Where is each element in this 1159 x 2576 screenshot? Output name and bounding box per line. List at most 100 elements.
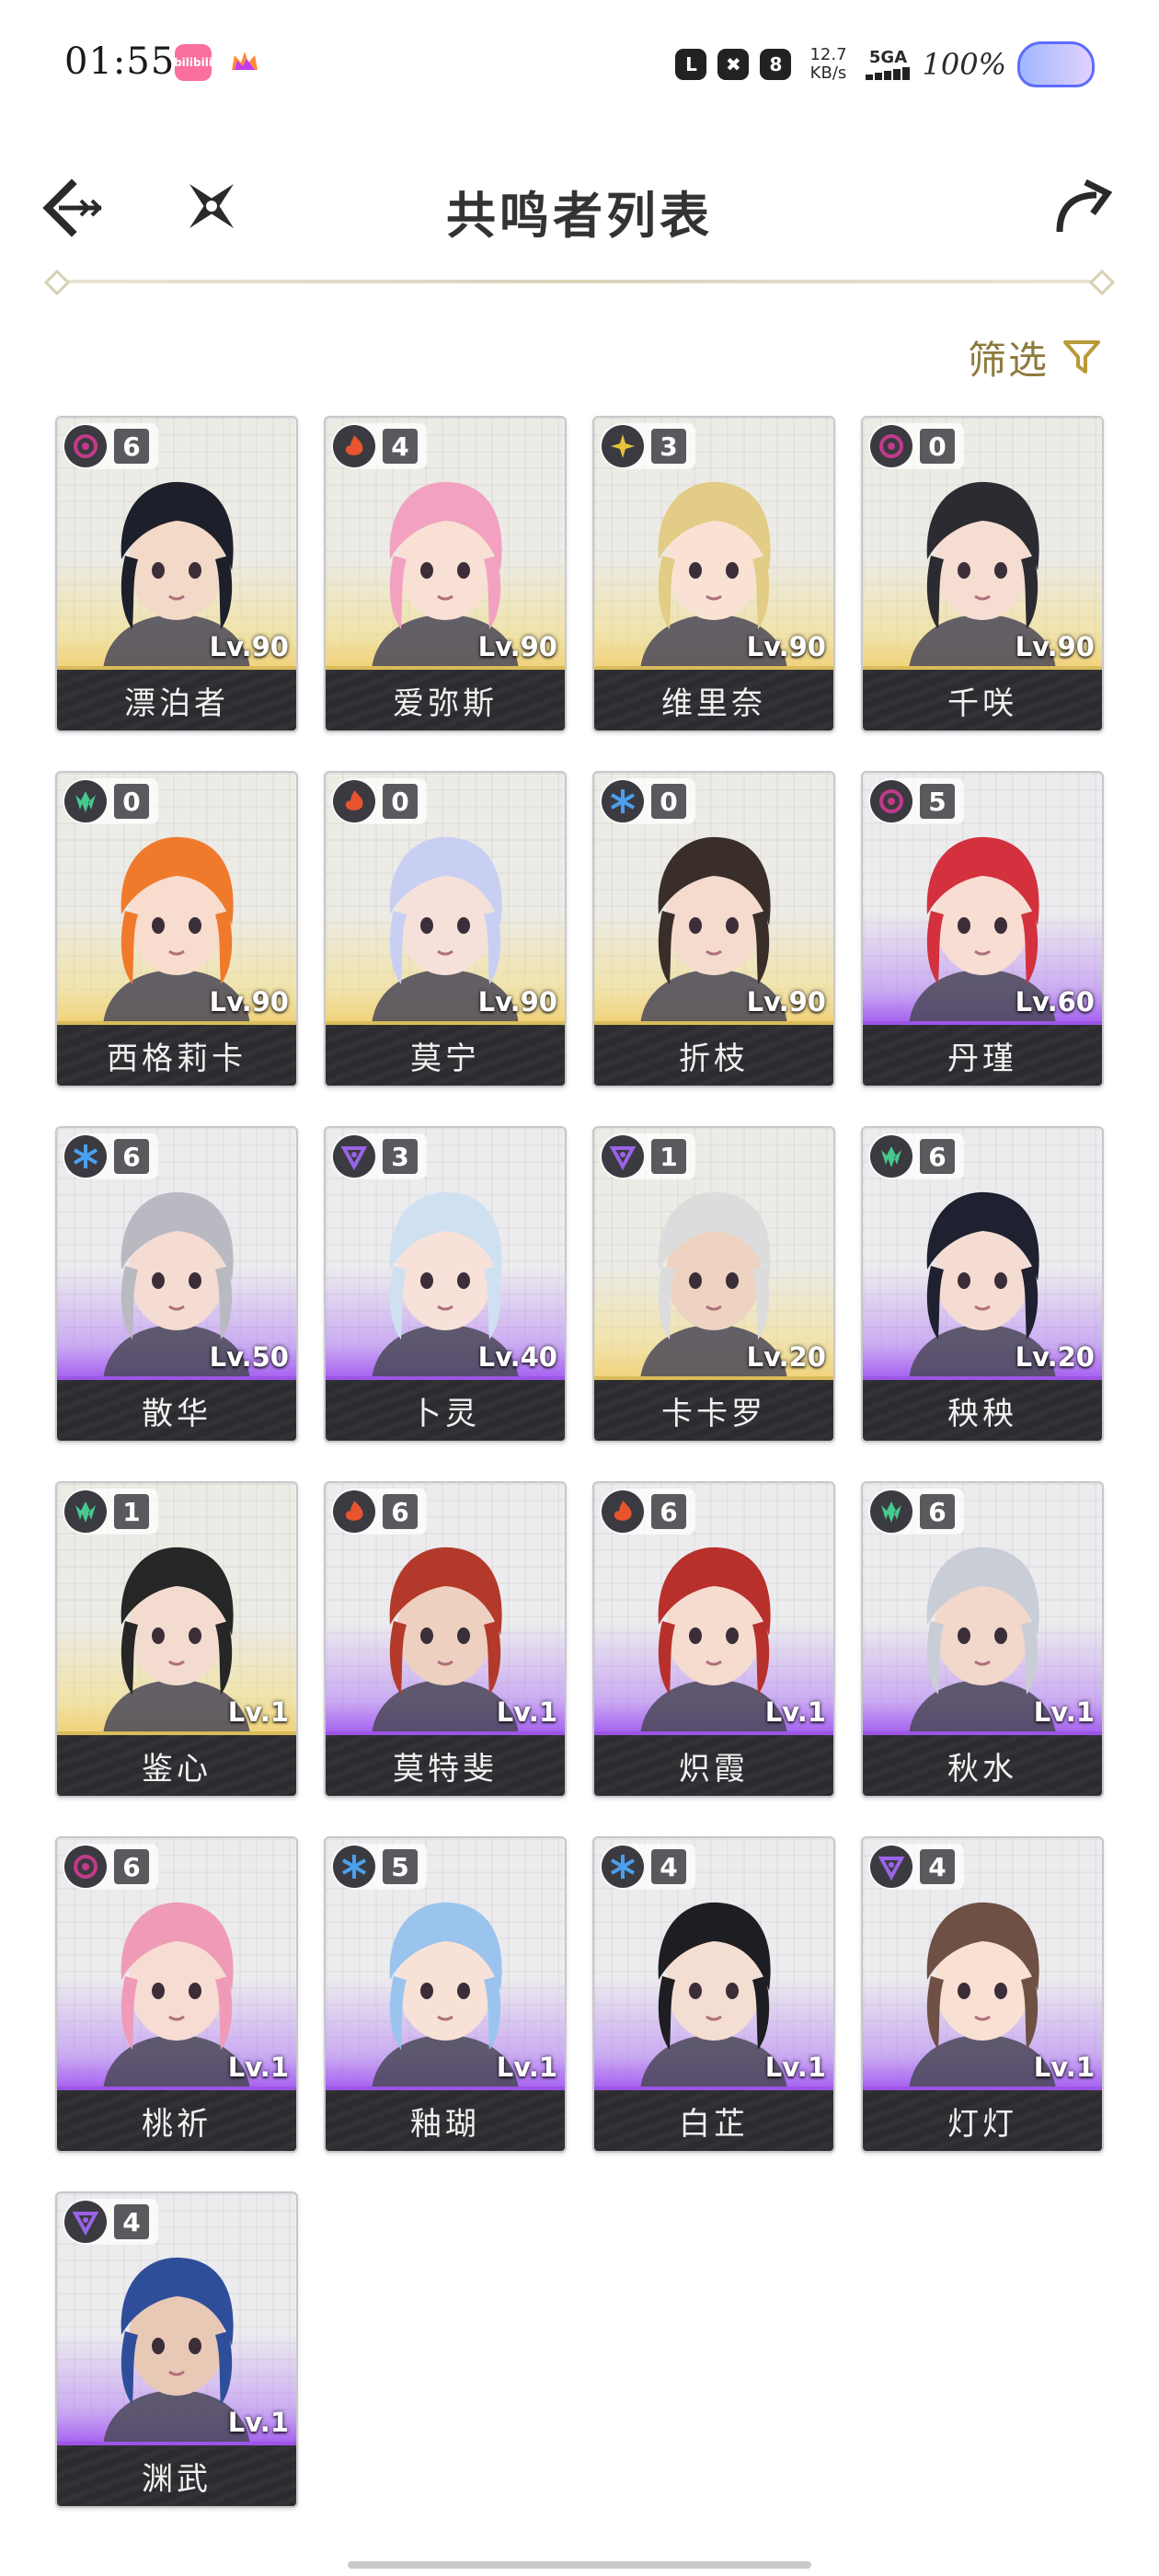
notification-icon: ✖ [717,49,750,80]
character-name: 桃祈 [142,2105,212,2143]
resonance-chain-count: 1 [114,1494,149,1529]
character-level: Lv.90 [746,986,826,1018]
havoc-element-icon [64,1846,107,1888]
character-name-bar: 莫特斐 [326,1731,565,1796]
character-level: Lv.1 [764,2052,826,2083]
sequence-badge: 1 [600,1133,695,1179]
character-name-bar: 维里奈 [594,666,833,730]
character-level: Lv.90 [209,631,289,662]
resonance-chain-count: 4 [651,1849,686,1884]
resonance-chain-count: 0 [114,784,149,819]
character-level: Lv.1 [227,2407,289,2438]
character-name-bar: 渊武 [57,2442,296,2506]
network-speed-value: 12.7 [809,45,847,64]
character-card[interactable]: Lv.90 4 爱弥斯 [324,416,567,732]
electro-element-icon [870,1846,912,1888]
character-card[interactable]: Lv.1 6 炽霞 [592,1481,835,1798]
character-card[interactable]: Lv.60 5 丹瑾 [861,771,1104,1087]
resonance-chain-count: 6 [383,1494,418,1529]
character-card[interactable]: Lv.1 6 秋水 [861,1481,1104,1798]
resonance-chain-count: 6 [114,1139,149,1174]
character-name: 丹瑾 [947,1040,1017,1077]
sequence-badge: 5 [868,778,964,824]
character-name-bar: 秋水 [863,1731,1102,1796]
header: 共鸣者列表 [0,156,1159,267]
fusion-element-icon [333,425,375,467]
home-indicator[interactable] [348,2561,811,2569]
character-name: 白芷 [679,2105,749,2143]
character-name-bar: 西格莉卡 [57,1021,296,1086]
character-name: 鉴心 [142,1750,212,1788]
character-card[interactable]: Lv.1 4 灯灯 [861,1836,1104,2153]
havoc-element-icon [870,780,912,822]
character-name: 渊武 [142,2460,212,2498]
resonance-chain-count: 0 [651,784,686,819]
resonance-chain-count: 1 [651,1139,686,1174]
character-card[interactable]: Lv.1 4 渊武 [55,2191,298,2508]
character-card[interactable]: Lv.50 6 散华 [55,1126,298,1443]
character-level: Lv.20 [1015,1341,1095,1373]
character-name-bar: 散华 [57,1376,296,1441]
character-name: 莫宁 [410,1040,480,1077]
character-name: 折枝 [679,1040,749,1077]
character-card[interactable]: Lv.40 3 卜灵 [324,1126,567,1443]
character-name-bar: 莫宁 [326,1021,565,1086]
character-level: Lv.90 [746,631,826,662]
resonance-chain-count: 4 [920,1849,955,1884]
character-name: 千咲 [947,684,1017,722]
resonance-chain-count: 4 [114,2204,149,2239]
character-card[interactable]: Lv.90 0 折枝 [592,771,835,1087]
character-name: 卡卡罗 [661,1395,766,1432]
sequence-badge: 4 [600,1844,695,1890]
character-name: 漂泊者 [124,684,229,722]
aero-element-icon [870,1135,912,1178]
share-arrow-icon[interactable] [1049,173,1119,243]
sequence-badge: 4 [868,1844,964,1890]
character-level: Lv.20 [746,1341,826,1373]
sequence-badge: 3 [331,1133,427,1179]
character-name: 爱弥斯 [393,684,498,722]
character-card[interactable]: Lv.90 3 维里奈 [592,416,835,732]
battery-percent: 100% [922,47,1006,82]
character-level: Lv.1 [496,2052,557,2083]
character-card[interactable]: Lv.90 0 莫宁 [324,771,567,1087]
crown-app-icon [232,52,258,70]
electro-element-icon [333,1135,375,1178]
character-name-bar: 漂泊者 [57,666,296,730]
character-level: Lv.60 [1015,986,1095,1018]
character-level: Lv.90 [1015,631,1095,662]
sequence-badge: 6 [63,1133,158,1179]
havoc-element-icon [870,425,912,467]
character-card[interactable]: Lv.1 6 莫特斐 [324,1481,567,1798]
character-name-bar: 鉴心 [57,1731,296,1796]
sequence-badge: 0 [63,778,158,824]
character-level: Lv.90 [209,986,289,1018]
character-card[interactable]: Lv.1 6 桃祈 [55,1836,298,2153]
filter-button[interactable]: 筛选 [968,331,1102,383]
character-card[interactable]: Lv.20 1 卡卡罗 [592,1126,835,1443]
character-card[interactable]: Lv.20 6 秧秧 [861,1126,1104,1443]
fusion-element-icon [333,1490,375,1533]
character-card[interactable]: Lv.1 1 鉴心 [55,1481,298,1798]
status-bar: 01:55 bilibili L ✖ 8 12.7 KB/s 5GA 100% [0,0,1159,129]
havoc-element-icon [64,425,107,467]
character-name-bar: 秧秧 [863,1376,1102,1441]
character-card[interactable]: Lv.90 0 西格莉卡 [55,771,298,1087]
character-card[interactable]: Lv.1 4 白芷 [592,1836,835,2153]
resonance-chain-count: 6 [920,1139,955,1174]
character-card[interactable]: Lv.90 0 千咲 [861,416,1104,732]
character-card[interactable]: Lv.1 5 釉瑚 [324,1836,567,2153]
character-level: Lv.50 [209,1341,289,1373]
character-name: 维里奈 [661,684,766,722]
character-name-bar: 千咲 [863,666,1102,730]
character-card[interactable]: Lv.90 6 漂泊者 [55,416,298,732]
bilibili-app-icon: bilibili [174,44,212,81]
page-title: 共鸣者列表 [446,186,713,245]
character-name-bar: 灯灯 [863,2087,1102,2151]
filter-label: 筛选 [967,337,1049,383]
character-name-bar: 炽霞 [594,1731,833,1796]
glacio-element-icon [333,1846,375,1888]
sequence-badge: 3 [600,423,695,469]
resonance-chain-count: 4 [383,429,418,464]
status-time: 01:55 [64,40,176,83]
